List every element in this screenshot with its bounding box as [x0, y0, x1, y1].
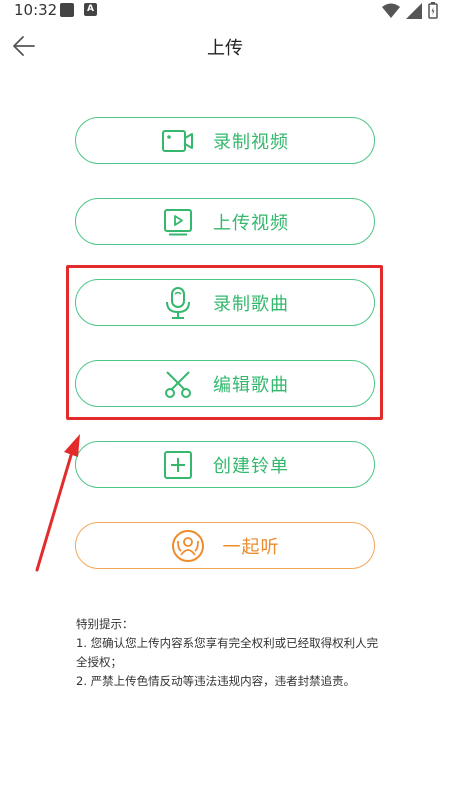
video-camera-icon: [161, 124, 195, 158]
status-bar: 10:32 A: [0, 0, 450, 22]
notice-title: 特别提示：: [76, 617, 134, 631]
app-bar: 上传: [0, 22, 450, 70]
record-video-button[interactable]: 录制视频: [75, 117, 375, 164]
signal-icon: [406, 2, 422, 19]
page-title: 上传: [207, 38, 243, 59]
record-video-label: 录制视频: [213, 131, 289, 153]
notification-icon: [60, 3, 74, 17]
listen-together-icon: [171, 529, 205, 563]
notice-line-1: 1. 您确认您上传内容系您享有完全权利或已经取得权利人完全授权；: [76, 636, 379, 669]
battery-icon: [428, 2, 438, 19]
add-square-icon: [161, 448, 195, 482]
annotation-arrow-icon: [35, 434, 80, 572]
notice-line-2: 2. 严禁上传色情反动等违法违规内容，违者封禁追责。: [76, 674, 356, 688]
listen-together-button[interactable]: 一起听: [75, 522, 375, 569]
listen-together-label: 一起听: [222, 536, 280, 558]
wifi-icon: [382, 3, 400, 18]
create-ringtone-list-label: 创建铃单: [213, 455, 289, 477]
video-upload-icon: [161, 205, 195, 239]
create-ringtone-list-button[interactable]: 创建铃单: [75, 441, 375, 488]
upload-video-label: 上传视频: [213, 212, 289, 234]
notification-badge-icon: A: [84, 3, 97, 16]
notice-section: 特别提示： 1. 您确认您上传内容系您享有完全权利或已经取得权利人完全授权； 2…: [76, 615, 386, 691]
highlight-annotation-box: [66, 265, 383, 420]
upload-video-button[interactable]: 上传视频: [75, 198, 375, 245]
status-time: 10:32: [14, 1, 58, 19]
